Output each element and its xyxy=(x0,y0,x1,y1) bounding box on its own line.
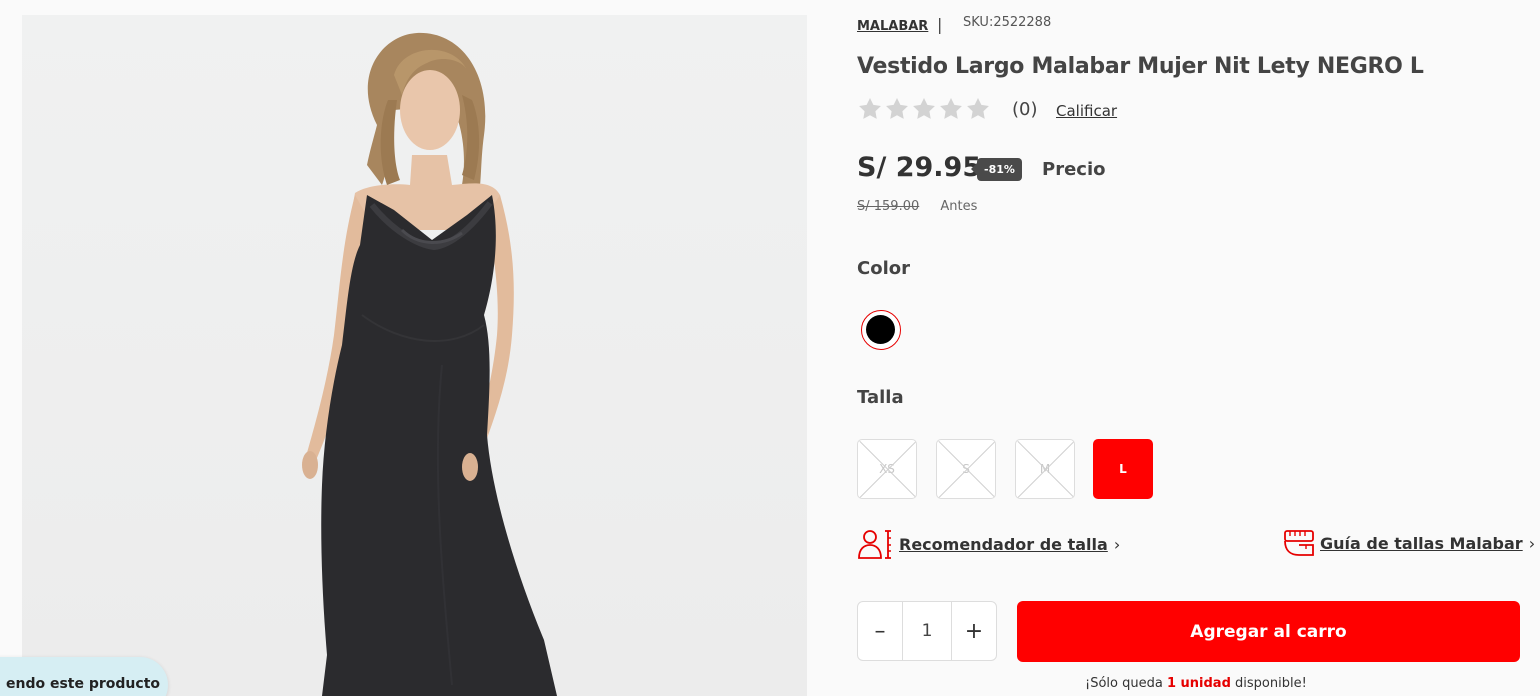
original-price: S/ 159.00 xyxy=(857,199,920,214)
star-icon xyxy=(859,97,881,119)
size-guide-label: Guía de tallas Malabar xyxy=(1320,533,1523,553)
review-count: (0) xyxy=(1012,99,1038,120)
color-label: Color xyxy=(857,258,910,279)
size-option-m[interactable]: M xyxy=(1015,439,1075,499)
stock-message: ¡Sólo queda 1 unidad disponible! xyxy=(1085,676,1307,691)
current-price-label: Precio xyxy=(1042,159,1106,180)
original-price-label: Antes xyxy=(940,199,978,214)
star-icon xyxy=(967,97,989,119)
product-page: endo este producto MALABAR | SKU:2522288… xyxy=(0,0,1540,696)
size-option-xs[interactable]: XS xyxy=(857,439,917,499)
chevron-right-icon: › xyxy=(1113,534,1121,554)
color-dot xyxy=(866,315,895,344)
star-icon xyxy=(886,97,908,119)
brand-separator: | xyxy=(937,15,943,34)
quantity-input[interactable]: 1 xyxy=(902,602,952,660)
size-option-s[interactable]: S xyxy=(936,439,996,499)
product-title: Vestido Largo Malabar Mujer Nit Lety NEG… xyxy=(857,54,1424,79)
stock-prefix: ¡Sólo queda xyxy=(1085,676,1167,691)
product-image[interactable] xyxy=(22,15,807,696)
current-price: S/ 29.95 xyxy=(857,152,982,183)
star-icon xyxy=(913,97,935,119)
size-options: XS S M L xyxy=(857,439,1177,499)
size-label: Talla xyxy=(857,387,904,408)
quantity-stepper: – 1 + xyxy=(857,601,997,661)
size-recommender-label: Recomendador de talla xyxy=(899,534,1108,554)
quantity-decrease-button[interactable]: – xyxy=(858,602,902,660)
size-helpers-row: Recomendador de talla › Guía de tallas M… xyxy=(857,528,1535,562)
discount-badge: -81% xyxy=(971,158,1022,181)
chevron-right-icon: › xyxy=(1528,533,1536,553)
brand-link[interactable]: MALABAR xyxy=(857,19,928,34)
rating-stars[interactable] xyxy=(857,96,991,122)
stock-suffix: disponible! xyxy=(1230,676,1307,691)
viewers-notification-pill[interactable]: endo este producto xyxy=(0,657,168,696)
size-option-l[interactable]: L xyxy=(1093,439,1153,499)
size-guide-link[interactable]: Guía de tallas Malabar › xyxy=(1282,528,1535,558)
color-swatch-black[interactable] xyxy=(861,310,901,350)
quantity-increase-button[interactable]: + xyxy=(952,602,996,660)
price-row: S/ 29.95 -81% Precio xyxy=(857,150,1257,190)
star-icon xyxy=(940,97,962,119)
model-photo xyxy=(302,32,557,696)
rate-link[interactable]: Calificar xyxy=(1056,102,1117,120)
measuring-tape-icon xyxy=(1284,530,1314,556)
original-price-row: S/ 159.00 Antes xyxy=(857,199,977,214)
purchase-row: – 1 + Agregar al carro xyxy=(857,601,1522,663)
size-recommender-link[interactable]: Recomendador de talla › xyxy=(857,528,1120,560)
rating-row: (0) Calificar xyxy=(857,96,1257,126)
add-to-cart-button[interactable]: Agregar al carro xyxy=(1017,601,1520,662)
stock-count: 1 unidad xyxy=(1166,676,1231,691)
product-info-panel: MALABAR | SKU:2522288 Vestido Largo Mala… xyxy=(857,0,1535,696)
sku-text: SKU:2522288 xyxy=(963,15,1052,30)
person-ruler-icon xyxy=(858,530,891,559)
